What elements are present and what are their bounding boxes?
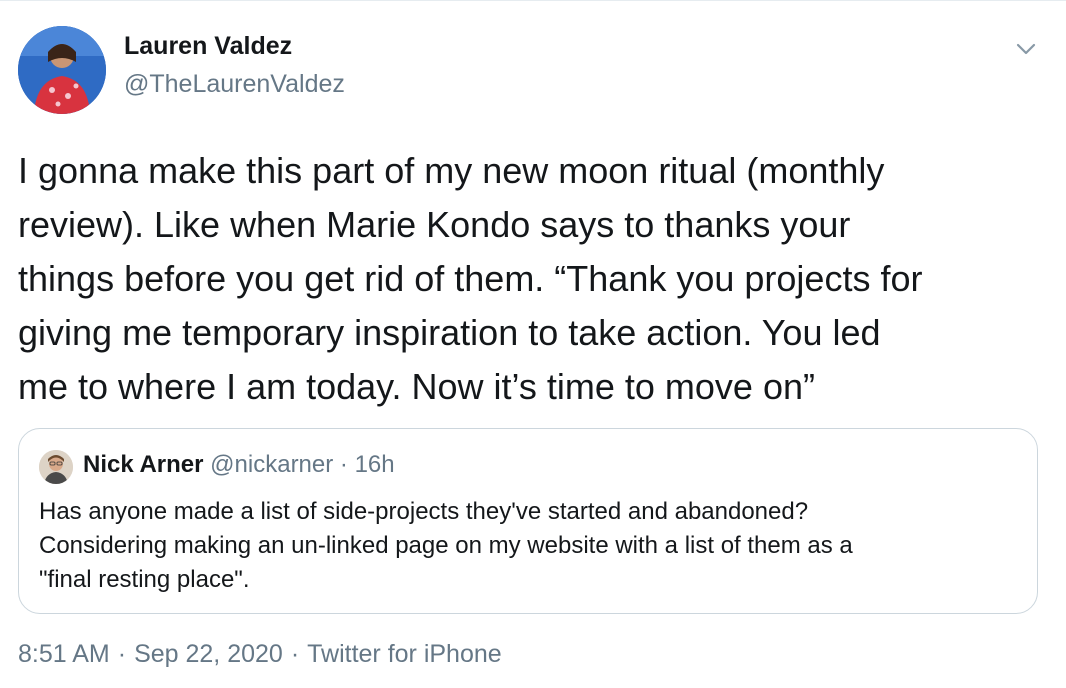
top-divider: [0, 0, 1066, 1]
quoted-tweet-header: Nick Arner @nickarner · 16h: [83, 451, 395, 479]
quoted-tweet-text: Has anyone made a list of side-projects …: [39, 495, 1019, 597]
profile-photo-icon: [18, 26, 106, 114]
tweet-text-line: giving me temporary inspiration to take …: [18, 312, 881, 353]
tweet-text-line: things before you get rid of them. “Than…: [18, 258, 923, 299]
author-avatar[interactable]: [18, 26, 106, 114]
quoted-author-handle: @nickarner: [210, 451, 334, 478]
quoted-text-line: Has anyone made a list of side-projects …: [39, 498, 809, 525]
footer-separator: ·: [117, 640, 127, 668]
quoted-text-line: Considering making an un-linked page on …: [39, 532, 853, 559]
tweet-date[interactable]: Sep 22, 2020: [134, 640, 283, 668]
tweet-footer: 8:51 AM · Sep 22, 2020 · Twitter for iPhone: [18, 640, 502, 669]
tweet-text: I gonna make this part of my new moon ri…: [18, 144, 1053, 414]
quoted-tweet-time: 16h: [354, 451, 395, 478]
meta-separator: ·: [333, 451, 355, 478]
author-display-name[interactable]: Lauren Valdez: [124, 32, 292, 61]
quoted-author-avatar: [39, 450, 73, 484]
author-handle[interactable]: @TheLaurenValdez: [124, 70, 345, 99]
quoted-tweet-card[interactable]: Nick Arner @nickarner · 16h Has anyone m…: [18, 428, 1038, 614]
more-options-button[interactable]: [1010, 33, 1042, 65]
tweet-source-link[interactable]: Twitter for iPhone: [307, 640, 502, 668]
profile-photo-icon: [39, 450, 73, 484]
footer-separator: ·: [290, 640, 300, 668]
quoted-author-name: Nick Arner: [83, 451, 204, 478]
tweet-text-line: review). Like when Marie Kondo says to t…: [18, 204, 851, 245]
tweet-text-line: me to where I am today. Now it’s time to…: [18, 366, 815, 407]
chevron-down-icon: [1016, 43, 1036, 55]
quoted-text-line: "final resting place".: [39, 566, 250, 593]
tweet-text-line: I gonna make this part of my new moon ri…: [18, 150, 885, 191]
tweet-time[interactable]: 8:51 AM: [18, 640, 110, 668]
